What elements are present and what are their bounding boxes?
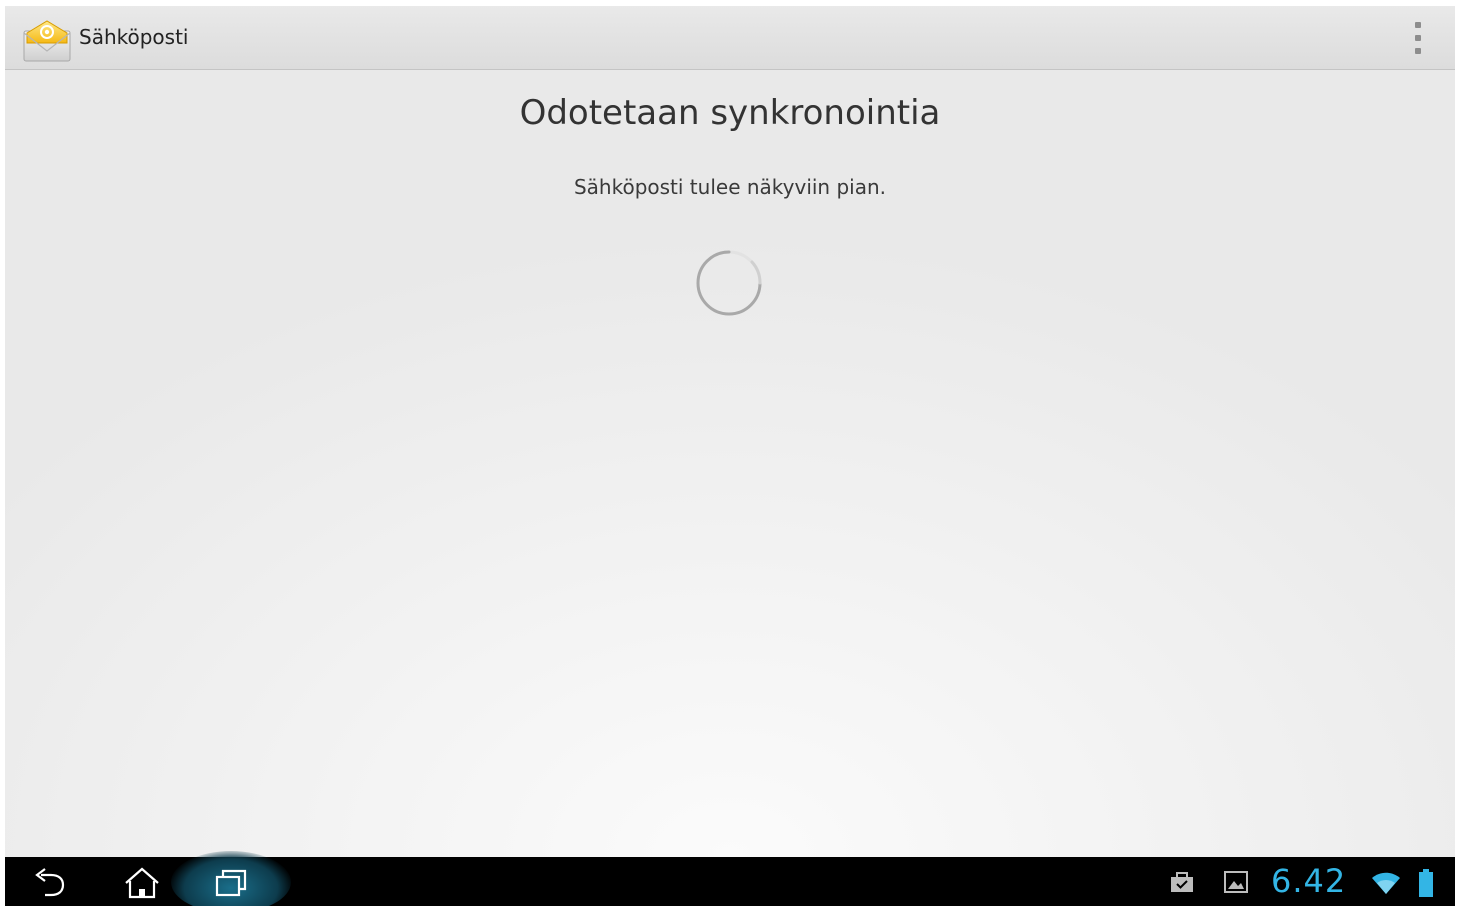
sync-message: Sähköposti tulee näkyviin pian. [573,175,887,199]
action-bar: Sähköposti [5,6,1455,70]
sync-title: Odotetaan synkronointia [519,93,941,133]
recent-apps-icon[interactable] [197,857,267,906]
status-clock: 6.42 [1271,862,1347,900]
loading-spinner-icon [694,248,764,318]
email-screen: Sähköposti Odotetaan synkronointia Sähkö… [5,6,1455,906]
battery-icon [1417,868,1435,898]
sync-content: Odotetaan synkronointia Sähköposti tulee… [5,70,1455,857]
home-icon[interactable] [107,857,177,906]
image-icon[interactable] [1223,869,1249,895]
app-title: Sähköposti [79,25,189,49]
overflow-menu-icon[interactable] [1401,18,1435,58]
back-icon[interactable] [17,857,87,906]
email-envelope-icon[interactable] [21,17,73,63]
briefcase-icon[interactable] [1169,869,1195,895]
wifi-icon [1371,870,1401,896]
system-bar: 6.42 [5,851,1455,906]
